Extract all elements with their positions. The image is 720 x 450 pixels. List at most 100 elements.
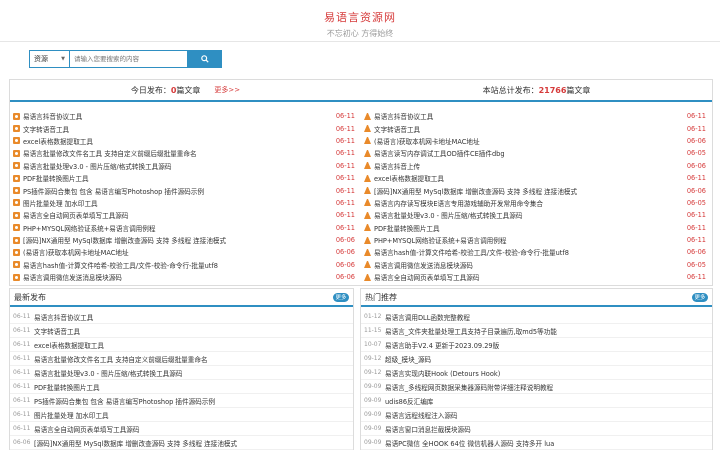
list-item[interactable]: 易语言全自动网页表单填写工具源码 06-11 — [13, 209, 358, 221]
latest-more-button[interactable]: 更多 — [333, 292, 349, 302]
list-item[interactable]: (易语言)获取本机网卡地址MAC地址 06-06 — [364, 135, 709, 147]
list-item-title[interactable]: 易语言调用DLL函数完整教程 — [385, 312, 470, 322]
list-item-title[interactable]: 易语言hash值-计算文件哈希-校验工具/文件-校验-命令行-批量utf8 — [23, 260, 335, 270]
list-item-title[interactable]: [源码]NX通用型 MySql数据库 增删改查源码 支持 多线程 连接池模式 — [374, 186, 686, 196]
today-more-link[interactable]: 更多>> — [214, 85, 240, 95]
list-item[interactable]: 06-11 excel表格数据提取工具 — [10, 338, 353, 352]
list-item-title[interactable]: excel表格数据提取工具 — [23, 136, 335, 146]
list-item-title[interactable]: 文字转语音工具 — [23, 124, 335, 134]
list-item-title[interactable]: 易语言抖音协议工具 — [23, 111, 335, 121]
list-item[interactable]: 06-11 易语言批量修改文件名工具 支持自定义前缀后缀批量重命名 — [10, 352, 353, 366]
list-item[interactable]: 06-11 文字转语音工具 — [10, 324, 353, 338]
list-item-title[interactable]: 图片批量处理 加水印工具 — [23, 198, 335, 208]
list-item[interactable]: PHP+MYSQL网络验证系统+易语言调用例程 06-11 — [364, 234, 709, 246]
list-item-title[interactable]: 易语言批量处理v3.0 - 图片压缩/格式转换工具源码 — [23, 161, 335, 171]
list-item-title[interactable]: 易语言读写内存调试工具OD插件CE插件dbg — [374, 148, 686, 158]
list-item-title[interactable]: 易语PC微信 全HOOK 64位 微信机器人源码 支持多开 lua — [385, 438, 554, 448]
list-item[interactable]: 06-11 PDF批量转换图片工具 — [10, 380, 353, 394]
list-item[interactable]: [源码]NX通用型 MySql数据库 增删改查源码 支持 多线程 连接池模式 06… — [364, 184, 709, 196]
hot-more-button[interactable]: 更多 — [692, 292, 708, 302]
list-item[interactable]: 易语言全自动网页表单填写工具源码 06-11 — [364, 271, 709, 283]
list-item-title[interactable]: 易语言助手V2.4 更新于2023.09.29版 — [385, 340, 499, 350]
list-item-title[interactable]: [源码]NX通用型 MySql数据库 增删改查源码 支持 多线程 连接池模式 — [34, 438, 237, 448]
list-item-title[interactable]: 易语言抖音上传 — [374, 161, 686, 171]
list-item[interactable]: 文字转语音工具 06-11 — [364, 122, 709, 134]
list-item-title[interactable]: 易语言hash值-计算文件哈希-校验工具/文件-校验-命令行-批量utf8 — [374, 247, 686, 257]
site-title[interactable]: 易语言资源网 — [0, 0, 720, 25]
list-item[interactable]: excel表格数据提取工具 06-11 — [364, 172, 709, 184]
list-item[interactable]: 易语言调用微信发送消息模块源码 06-05 — [364, 259, 709, 271]
list-item-title[interactable]: 易语言实现内联Hook (Detours Hook) — [385, 368, 500, 378]
search-input[interactable] — [69, 50, 188, 68]
list-item[interactable]: 06-11 易语言批量处理v3.0 - 图片压缩/格式转换工具源码 — [10, 366, 353, 380]
list-item[interactable]: 11-15 易语言_文件夹批量处理工具支持子目录遍历,取md5等功能 — [361, 324, 712, 338]
list-item-title[interactable]: PHP+MYSQL网络验证系统+易语言调用例程 — [374, 235, 686, 245]
list-item-title[interactable]: 易语言窗口消息拦截模块源码 — [385, 424, 471, 434]
list-item[interactable]: 06-11 图片批量处理 加水印工具 — [10, 408, 353, 422]
list-item-title[interactable]: udis86反汇编库 — [385, 396, 433, 406]
list-item-title[interactable]: PDF批量转换图片工具 — [374, 223, 686, 233]
list-item-title[interactable]: 文字转语音工具 — [34, 326, 80, 336]
list-item-title[interactable]: 易语言批量修改文件名工具 支持自定义前缀后缀批量重命名 — [34, 354, 208, 364]
list-item-title[interactable]: 易语言批量处理v3.0 - 图片压缩/格式转换工具源码 — [34, 368, 182, 378]
list-item[interactable]: 09-09 易语PC微信 全HOOK 64位 微信机器人源码 支持多开 lua — [361, 436, 712, 450]
list-item[interactable]: 09-12 超级_模块_源码 — [361, 352, 712, 366]
list-item[interactable]: (易语言)获取本机网卡地址MAC地址 06-06 — [13, 246, 358, 258]
list-item[interactable]: 06-06 [源码]NX通用型 MySql数据库 增删改查源码 支持 多线程 连接… — [10, 436, 353, 450]
list-item-title[interactable]: 易语言抖音协议工具 — [374, 111, 686, 121]
list-item-title[interactable]: 易语言批量处理v3.0 - 图片压缩/格式转换工具源码 — [374, 210, 686, 220]
list-item-title[interactable]: 易语言全自动网页表单填写工具源码 — [23, 210, 335, 220]
list-item-title[interactable]: 易语言调用微信发送消息模块源码 — [23, 272, 335, 282]
list-item-title[interactable]: 易语言内存读写模块E语言专用游戏辅助开发常用命令集合 — [374, 198, 686, 208]
search-category-select[interactable]: 资源 ▼ — [29, 50, 69, 68]
list-item-title[interactable]: 易语言_文件夹批量处理工具支持子目录遍历,取md5等功能 — [385, 326, 557, 336]
list-item[interactable]: 易语言抖音协议工具 06-11 — [13, 110, 358, 122]
list-item[interactable]: 01-12 易语言调用DLL函数完整教程 — [361, 310, 712, 324]
list-item-title[interactable]: 易语言_多线程网页数据采集器源码附带详细注释说明教程 — [385, 382, 553, 392]
list-item[interactable]: 易语言批量修改文件名工具 支持自定义前缀后缀批量重命名 06-11 — [13, 147, 358, 159]
list-item[interactable]: 易语言hash值-计算文件哈希-校验工具/文件-校验-命令行-批量utf8 06-… — [13, 259, 358, 271]
search-button[interactable] — [188, 50, 222, 68]
list-item-title[interactable]: PS插件源码合集包 包含 易语言编写Photoshop 插件源码示例 — [23, 186, 335, 196]
list-item-title[interactable]: 易语言调用微信发送消息模块源码 — [374, 260, 686, 270]
list-item[interactable]: 09-12 易语言实现内联Hook (Detours Hook) — [361, 366, 712, 380]
list-item[interactable]: 易语言hash值-计算文件哈希-校验工具/文件-校验-命令行-批量utf8 06-… — [364, 246, 709, 258]
list-item[interactable]: 易语言调用微信发送消息模块源码 06-06 — [13, 271, 358, 283]
list-item[interactable]: 图片批量处理 加水印工具 06-11 — [13, 197, 358, 209]
list-item-title[interactable]: [源码]NX通用型 MySql数据库 增删改查源码 支持 多线程 连接池模式 — [23, 235, 335, 245]
list-item-title[interactable]: 图片批量处理 加水印工具 — [34, 410, 109, 420]
list-item-title[interactable]: 易语言全自动网页表单填写工具源码 — [374, 272, 686, 282]
list-item[interactable]: 文字转语音工具 06-11 — [13, 122, 358, 134]
list-item[interactable]: 10-07 易语言助手V2.4 更新于2023.09.29版 — [361, 338, 712, 352]
list-item[interactable]: PS插件源码合集包 包含 易语言编写Photoshop 插件源码示例 06-11 — [13, 184, 358, 196]
list-item-title[interactable]: 易语言抖音协议工具 — [34, 312, 93, 322]
list-item[interactable]: 易语言批量处理v3.0 - 图片压缩/格式转换工具源码 06-11 — [364, 209, 709, 221]
list-item[interactable]: 09-09 易语言_多线程网页数据采集器源码附带详细注释说明教程 — [361, 380, 712, 394]
list-item[interactable]: 易语言抖音协议工具 06-11 — [364, 110, 709, 122]
list-item-title[interactable]: 易语言批量修改文件名工具 支持自定义前缀后缀批量重命名 — [23, 148, 335, 158]
list-item[interactable]: 09-09 udis86反汇编库 — [361, 394, 712, 408]
list-item[interactable]: [源码]NX通用型 MySql数据库 增删改查源码 支持 多线程 连接池模式 06… — [13, 234, 358, 246]
list-item[interactable]: PDF批量转换图片工具 06-11 — [13, 172, 358, 184]
list-item[interactable]: 06-11 易语言全自动网页表单填写工具源码 — [10, 422, 353, 436]
list-item[interactable]: 易语言内存读写模块E语言专用游戏辅助开发常用命令集合 06-05 — [364, 197, 709, 209]
list-item-title[interactable]: (易语言)获取本机网卡地址MAC地址 — [374, 136, 686, 146]
list-item[interactable]: 易语言抖音上传 06-06 — [364, 160, 709, 172]
list-item-title[interactable]: 文字转语音工具 — [374, 124, 686, 134]
list-item-title[interactable]: excel表格数据提取工具 — [34, 340, 104, 350]
list-item[interactable]: excel表格数据提取工具 06-11 — [13, 135, 358, 147]
list-item-title[interactable]: PHP+MYSQL网络验证系统+易语言调用例程 — [23, 223, 335, 233]
list-item[interactable]: 09-09 易语言远程线程注入源码 — [361, 408, 712, 422]
list-item-title[interactable]: 易语言远程线程注入源码 — [385, 410, 458, 420]
list-item-title[interactable]: PDF批量转换图片工具 — [23, 173, 335, 183]
list-item[interactable]: 09-09 易语言窗口消息拦截模块源码 — [361, 422, 712, 436]
list-item-title[interactable]: (易语言)获取本机网卡地址MAC地址 — [23, 247, 335, 257]
list-item-title[interactable]: 易语言全自动网页表单填写工具源码 — [34, 424, 140, 434]
list-item[interactable]: 易语言批量处理v3.0 - 图片压缩/格式转换工具源码 06-11 — [13, 160, 358, 172]
list-item-title[interactable]: 超级_模块_源码 — [385, 354, 431, 364]
list-item[interactable]: PHP+MYSQL网络验证系统+易语言调用例程 06-11 — [13, 222, 358, 234]
list-item[interactable]: PDF批量转换图片工具 06-11 — [364, 222, 709, 234]
list-item[interactable]: 06-11 PS插件源码合集包 包含 易语言编写Photoshop 插件源码示例 — [10, 394, 353, 408]
list-item-title[interactable]: PDF批量转换图片工具 — [34, 382, 100, 392]
list-item[interactable]: 06-11 易语言抖音协议工具 — [10, 310, 353, 324]
